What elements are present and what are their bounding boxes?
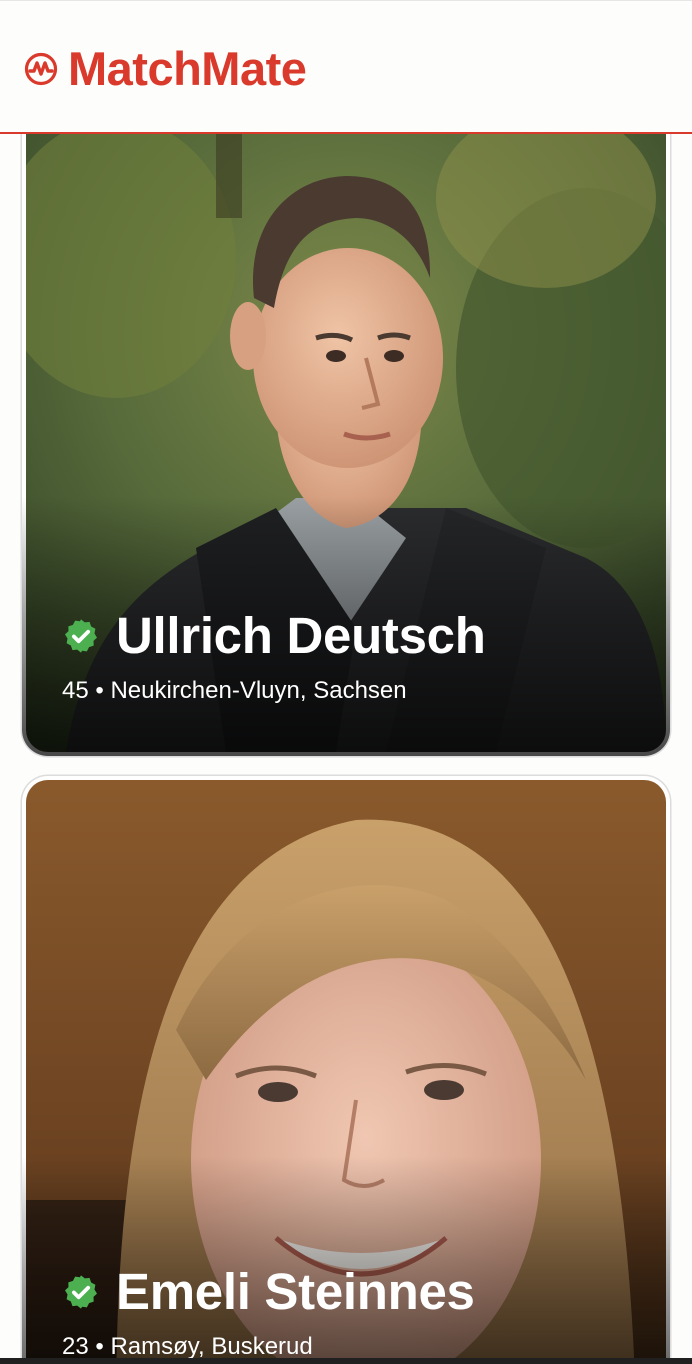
brand[interactable]: MatchMate <box>24 41 307 97</box>
app-header: MatchMate <box>0 0 692 134</box>
app-screen: MatchMate Ullrich Deutsch 45 • Neukirche… <box>0 0 692 1364</box>
verified-badge-icon <box>65 1275 97 1309</box>
profile-info: Emeli Steinnes 23 • Ramsøy, Buskerud <box>62 1262 650 1362</box>
profile-age: 23 <box>62 1333 89 1360</box>
profile-location: Ramsøy, Buskerud <box>110 1333 313 1360</box>
profile-meta: 45 • Neukirchen-Vluyn, Sachsen <box>62 676 650 706</box>
profile-name: Ullrich Deutsch <box>116 607 486 664</box>
profile-age: 45 <box>62 677 89 704</box>
profile-card[interactable]: Emeli Steinnes 23 • Ramsøy, Buskerud <box>22 776 670 1364</box>
meta-separator: • <box>95 1333 104 1360</box>
profile-info: Ullrich Deutsch 45 • Neukirchen-Vluyn, S… <box>62 606 650 706</box>
profile-card[interactable]: Ullrich Deutsch 45 • Neukirchen-Vluyn, S… <box>22 134 670 756</box>
system-navigation-bar <box>0 1358 692 1364</box>
app-title: MatchMate <box>68 42 307 95</box>
profile-feed[interactable]: Ullrich Deutsch 45 • Neukirchen-Vluyn, S… <box>0 134 692 1364</box>
profile-name: Emeli Steinnes <box>116 1263 475 1320</box>
meta-separator: • <box>95 677 104 704</box>
profile-location: Neukirchen-Vluyn, Sachsen <box>110 677 407 704</box>
verified-badge-icon <box>65 619 97 653</box>
heartbeat-logo-icon <box>24 52 58 86</box>
name-row: Ullrich Deutsch <box>62 606 650 666</box>
name-row: Emeli Steinnes <box>62 1262 650 1322</box>
